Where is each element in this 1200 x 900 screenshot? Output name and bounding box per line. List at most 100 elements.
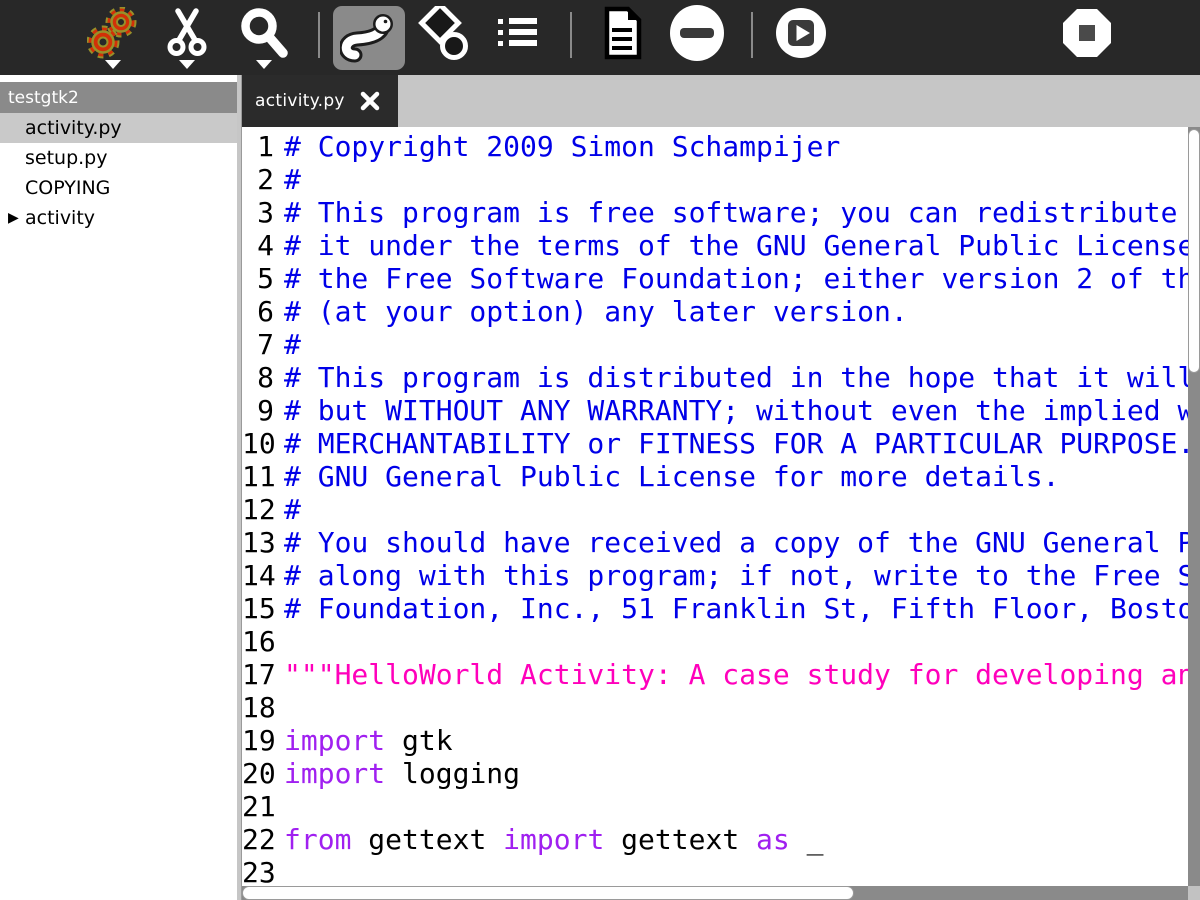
- search-button[interactable]: [239, 8, 289, 60]
- vertical-scrollbar[interactable]: [1188, 127, 1200, 886]
- line-number: 12: [242, 493, 274, 526]
- file-tree-sidebar: testgtk2 activity.pysetup.pyCOPYING▶acti…: [0, 75, 237, 900]
- line-number: 10: [242, 427, 274, 460]
- code-line: 9 # but WITHOUT ANY WARRANTY; without eve…: [242, 394, 1188, 427]
- remove-minus-icon: [668, 8, 726, 58]
- code-line: 13 # You should have received a copy of t…: [242, 526, 1188, 559]
- code-text: import logging: [284, 757, 520, 790]
- code-text: # but WITHOUT ANY WARRANTY; without even…: [284, 394, 1188, 427]
- line-number: 8: [242, 361, 274, 394]
- code-line: 23: [242, 856, 1188, 886]
- line-number: 13: [242, 526, 274, 559]
- activity-gears-icon: [87, 8, 139, 58]
- edit-scissors-icon: [165, 8, 209, 58]
- bullet-list-icon: [495, 8, 539, 58]
- code-line: 16: [242, 625, 1188, 658]
- horizontal-scrollbar-thumb[interactable]: [242, 886, 854, 900]
- line-number: 23: [242, 856, 274, 886]
- code-text: # MERCHANTABILITY or FITNESS FOR A PARTI…: [284, 427, 1188, 460]
- run-play-icon: [775, 8, 827, 58]
- sidebar-item-activity-py[interactable]: activity.py: [0, 113, 237, 143]
- run-button[interactable]: [775, 8, 827, 60]
- code-line: 17 """HelloWorld Activity: A case study f…: [242, 658, 1188, 691]
- code-line: 1 # Copyright 2009 Simon Schampijer: [242, 130, 1188, 163]
- code-line: 2#: [242, 163, 1188, 196]
- code-line: 5 # the Free Software Foundation; either …: [242, 262, 1188, 295]
- line-number: 19: [242, 724, 274, 757]
- code-text: #: [284, 493, 301, 526]
- code-line: 14# along with this program; if not, wri…: [242, 559, 1188, 592]
- code-text: # Copyright 2009 Simon Schampijer: [284, 130, 840, 163]
- code-text: from gettext import gettext as _: [284, 823, 823, 856]
- sidebar-item-COPYING[interactable]: COPYING: [0, 173, 237, 203]
- code-line: 10 # MERCHANTABILITY or FITNESS FOR A PAR…: [242, 427, 1188, 460]
- line-number: 7: [242, 328, 274, 361]
- line-number: 2: [242, 163, 274, 196]
- pippy-tab-button[interactable]: [333, 6, 405, 70]
- code-editor[interactable]: 1# Copyright 2009 Simon Schampijer2#3# T…: [242, 127, 1200, 900]
- line-number: 20: [242, 757, 274, 790]
- activity-button[interactable]: [88, 8, 138, 60]
- code-text: """HelloWorld Activity: A case study for…: [284, 658, 1188, 691]
- chevron-down-icon[interactable]: [105, 60, 121, 69]
- line-number: 6: [242, 295, 274, 328]
- file-label: COPYING: [25, 177, 110, 199]
- file-label: activity: [25, 207, 95, 229]
- code-line: 6# (at your option) any later version.: [242, 295, 1188, 328]
- code-line: 11# GNU General Public License for more …: [242, 460, 1188, 493]
- remove-button[interactable]: [669, 8, 725, 60]
- code-line: 22 from gettext import gettext as _: [242, 823, 1188, 856]
- code-line: 21: [242, 790, 1188, 823]
- expander-icon[interactable]: ▶: [0, 210, 25, 226]
- document-button[interactable]: [597, 8, 647, 60]
- project-title: testgtk2: [0, 82, 237, 113]
- pippy-snake-icon: [340, 12, 398, 64]
- edit-button[interactable]: [162, 8, 212, 60]
- sidebar-item-activity[interactable]: ▶activity: [0, 203, 237, 233]
- scrollbar-corner: [1188, 886, 1200, 900]
- line-number: 11: [242, 460, 274, 493]
- code-lines: 1# Copyright 2009 Simon Schampijer2#3# T…: [242, 130, 1188, 886]
- file-list: activity.pysetup.pyCOPYING▶activity: [0, 113, 237, 233]
- stop-icon: [1062, 8, 1112, 58]
- code-line: 18: [242, 691, 1188, 724]
- code-text: # This program is distributed in the hop…: [284, 361, 1188, 394]
- code-line: 19 import gtk: [242, 724, 1188, 757]
- line-number: 21: [242, 790, 274, 823]
- tab-bar: activity.py: [242, 75, 1200, 127]
- vertical-scrollbar-thumb[interactable]: [1188, 129, 1200, 373]
- code-line: 20 import logging: [242, 757, 1188, 790]
- chevron-down-icon[interactable]: [256, 60, 272, 69]
- code-line: 7#: [242, 328, 1188, 361]
- tab-label: activity.py: [255, 91, 345, 111]
- toolbar-separator: [751, 12, 753, 58]
- line-number: 15: [242, 592, 274, 625]
- code-text: # along with this program; if not, write…: [284, 559, 1188, 592]
- line-number: 5: [242, 262, 274, 295]
- erase-button[interactable]: [416, 8, 466, 60]
- main-toolbar: [0, 0, 1200, 75]
- line-number: 1: [242, 130, 274, 163]
- code-line: 15# Foundation, Inc., 51 Franklin St, Fi…: [242, 592, 1188, 625]
- code-text: # You should have received a copy of the…: [284, 526, 1188, 559]
- code-text: #: [284, 328, 301, 361]
- line-number: 4: [242, 229, 274, 262]
- code-line: 3# This program is free software; you ca…: [242, 196, 1188, 229]
- line-number: 22: [242, 823, 274, 856]
- line-number: 3: [242, 196, 274, 229]
- toolbar-separator: [318, 12, 320, 58]
- sidebar-item-setup-py[interactable]: setup.py: [0, 143, 237, 173]
- tab-activity-py[interactable]: activity.py: [242, 75, 398, 127]
- stop-button[interactable]: [1062, 8, 1112, 60]
- search-magnifier-icon: [238, 8, 290, 58]
- line-number: 9: [242, 394, 274, 427]
- line-number: 17: [242, 658, 274, 691]
- line-number: 16: [242, 625, 274, 658]
- close-icon[interactable]: [360, 91, 380, 111]
- chevron-down-icon[interactable]: [179, 60, 195, 69]
- list-button[interactable]: [492, 8, 542, 60]
- toolbar-separator: [570, 12, 572, 58]
- horizontal-scrollbar[interactable]: [242, 886, 1188, 900]
- code-text: import gtk: [284, 724, 453, 757]
- code-text: # the Free Software Foundation; either v…: [284, 262, 1188, 295]
